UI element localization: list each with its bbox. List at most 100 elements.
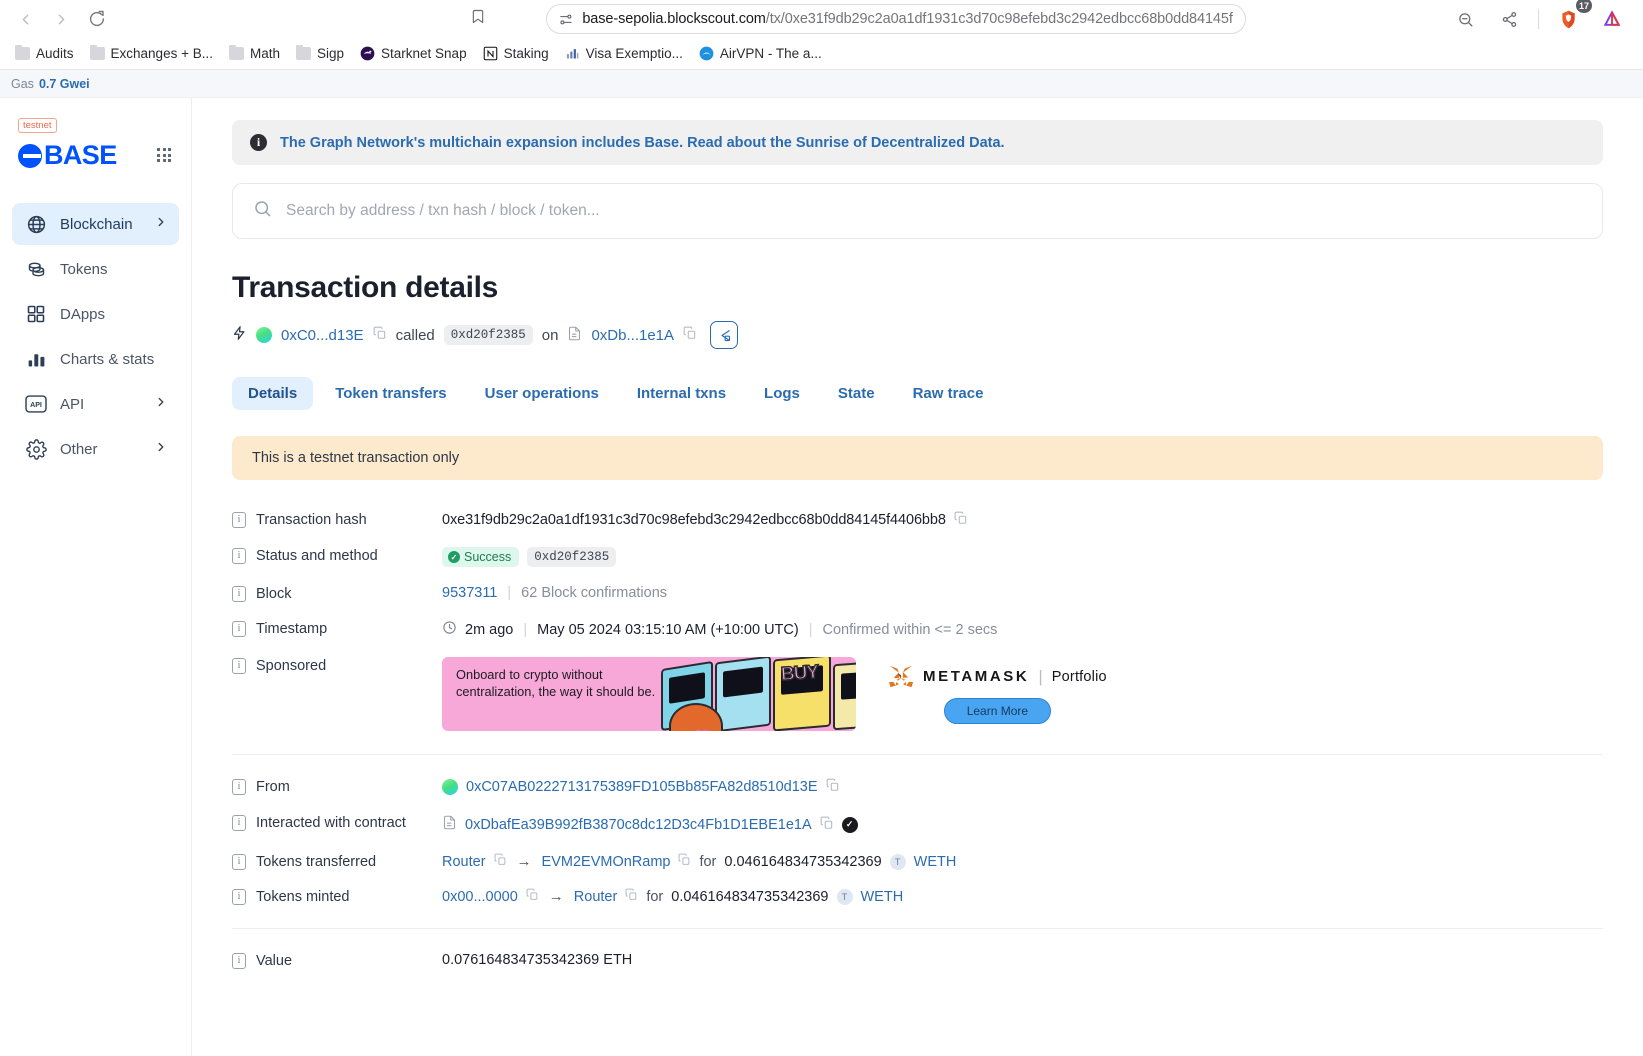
copy-icon[interactable] — [625, 888, 638, 905]
metamask-brand-sub: Portfolio — [1051, 668, 1107, 685]
apps-grid-icon[interactable] — [157, 148, 171, 162]
tab-raw-trace[interactable]: Raw trace — [897, 377, 1000, 410]
transfer-token-link[interactable]: WETH — [914, 854, 957, 870]
starknet-snap-icon — [360, 46, 375, 61]
copy-icon[interactable] — [683, 326, 697, 344]
bookmark-button[interactable] — [470, 9, 486, 30]
bookmark-item[interactable]: Staking — [476, 42, 556, 65]
info-icon[interactable]: i — [232, 512, 246, 528]
search-icon — [253, 199, 272, 223]
url-text: base-sepolia.blockscout.com/tx/0xe31f9db… — [582, 11, 1232, 27]
tab-details[interactable]: Details — [232, 377, 314, 410]
site-settings-icon[interactable] — [559, 12, 573, 27]
transfer-from-link[interactable]: Router — [442, 854, 486, 870]
contract-address-link[interactable]: 0xDbafEa39B992fB3870c8dc12D3c4Fb1D1EBE1e… — [465, 817, 812, 833]
share-button[interactable] — [1494, 4, 1524, 34]
forward-button[interactable] — [46, 4, 76, 34]
announcement-text[interactable]: The Graph Network's multichain expansion… — [280, 135, 1005, 151]
arrow-right-icon: → — [516, 853, 532, 870]
transaction-summary: 0xC0...d13E called 0xd20f2385 on 0xDb...… — [232, 321, 1603, 349]
info-icon[interactable]: i — [232, 815, 246, 831]
reload-button[interactable] — [82, 4, 112, 34]
transfer-to-link[interactable]: EVM2EVMOnRamp — [542, 854, 671, 870]
learn-more-button[interactable]: Learn More — [943, 697, 1052, 724]
gear-icon — [25, 438, 47, 460]
brand-logo[interactable]: testnet BASE — [18, 118, 117, 169]
info-icon[interactable]: i — [232, 548, 246, 564]
tab-user-operations[interactable]: User operations — [469, 377, 615, 410]
tab-logs[interactable]: Logs — [748, 377, 816, 410]
info-icon[interactable]: i — [232, 953, 246, 969]
mint-to-link[interactable]: Router — [574, 889, 618, 905]
row-value: i Value 0.076164834735342369 ETH — [232, 943, 1603, 978]
copy-icon[interactable] — [826, 778, 840, 796]
qr-code-button[interactable] — [710, 321, 739, 349]
sidebar-item-dapps[interactable]: DApps — [12, 293, 179, 335]
from-address-link[interactable]: 0xC0...d13E — [281, 327, 364, 344]
info-icon[interactable]: i — [232, 779, 246, 795]
sidebar-item-label: Charts & stats — [60, 350, 155, 368]
bookmarks-bar: Audits Exchanges + B... Math Sigp Starkn… — [0, 38, 1643, 69]
sidebar-item-label: Blockchain — [60, 215, 133, 233]
row-value-content: 0.076164834735342369 ETH — [442, 952, 632, 968]
bookmark-item[interactable]: Visa Exemptio... — [558, 42, 690, 65]
sidebar-item-charts-stats[interactable]: Charts & stats — [12, 338, 179, 380]
verified-check-icon: ✓ — [841, 816, 858, 833]
copy-icon[interactable] — [678, 853, 691, 870]
metamask-brand-name: METAMASK — [923, 668, 1030, 685]
bookmark-item[interactable]: Sigp — [289, 42, 351, 65]
row-value: 0xe31f9db29c2a0a1df1931c3d70c98efebd3c29… — [442, 511, 968, 529]
address-bar[interactable]: base-sepolia.blockscout.com/tx/0xe31f9db… — [545, 4, 1246, 34]
row-label: i Transaction hash — [232, 511, 442, 528]
copy-icon[interactable] — [526, 888, 539, 905]
block-number-link[interactable]: 9537311 — [442, 585, 497, 601]
clock-icon — [442, 620, 457, 639]
bookmark-item[interactable]: Exchanges + B... — [83, 42, 220, 65]
tab-state[interactable]: State — [822, 377, 891, 410]
avatar — [256, 327, 272, 343]
copy-icon[interactable] — [494, 853, 507, 870]
sponsored-ad-text: Onboard to crypto without centralization… — [456, 667, 656, 699]
info-icon[interactable]: i — [232, 586, 246, 602]
copy-icon[interactable] — [373, 326, 387, 344]
info-icon[interactable]: i — [232, 889, 246, 905]
sponsored-ad-art: BUY — [657, 657, 856, 731]
tab-internal-txns[interactable]: Internal txns — [621, 377, 742, 410]
called-word: called — [395, 326, 435, 344]
section-divider — [232, 928, 1603, 929]
copy-icon[interactable] — [820, 816, 834, 834]
search-input[interactable]: Search by address / txn hash / block / t… — [232, 183, 1603, 239]
mint-token-link[interactable]: WETH — [861, 889, 904, 905]
bookmark-item[interactable]: Math — [222, 42, 287, 65]
copy-icon[interactable] — [954, 511, 968, 529]
bookmark-label: AirVPN - The a... — [719, 46, 822, 61]
mint-from-link[interactable]: 0x00...0000 — [442, 889, 518, 905]
brave-rewards-button[interactable] — [1597, 4, 1627, 34]
token-icon: T — [889, 853, 906, 870]
announcement-banner[interactable]: i The Graph Network's multichain expansi… — [232, 120, 1603, 165]
info-icon[interactable]: i — [232, 658, 246, 674]
sidebar-item-blockchain[interactable]: Blockchain — [12, 203, 179, 245]
from-address-full-link[interactable]: 0xC07AB0222713175389FD105Bb85FA82d8510d1… — [466, 779, 818, 795]
gas-label: Gas — [11, 76, 34, 91]
info-icon[interactable]: i — [232, 854, 246, 870]
zoom-out-button[interactable] — [1450, 4, 1480, 34]
divider: | — [507, 585, 512, 601]
bookmark-item[interactable]: AirVPN - The a... — [692, 42, 829, 65]
sidebar-item-other[interactable]: Other — [12, 428, 179, 470]
sidebar-item-tokens[interactable]: Tokens — [12, 248, 179, 290]
sponsored-ad-banner[interactable]: Onboard to crypto without centralization… — [442, 657, 856, 731]
bookmark-item[interactable]: Starknet Snap — [353, 42, 474, 65]
to-address-link[interactable]: 0xDb...1e1A — [591, 327, 674, 344]
brave-shields-button[interactable]: 17 — [1553, 0, 1592, 34]
info-icon[interactable]: i — [232, 621, 246, 637]
bookmark-item[interactable]: Audits — [8, 42, 81, 65]
transfer-amount: 0.046164834735342369 — [724, 853, 882, 870]
tab-token-transfers[interactable]: Token transfers — [319, 377, 462, 410]
back-button[interactable] — [10, 4, 40, 34]
gas-value[interactable]: 0.7 Gwei — [39, 77, 90, 91]
squares-icon — [25, 304, 47, 324]
sidebar-item-label: Other — [60, 440, 98, 458]
sidebar-item-api[interactable]: API API — [12, 383, 179, 425]
browser-toolbar-right: 17 — [1450, 0, 1643, 34]
